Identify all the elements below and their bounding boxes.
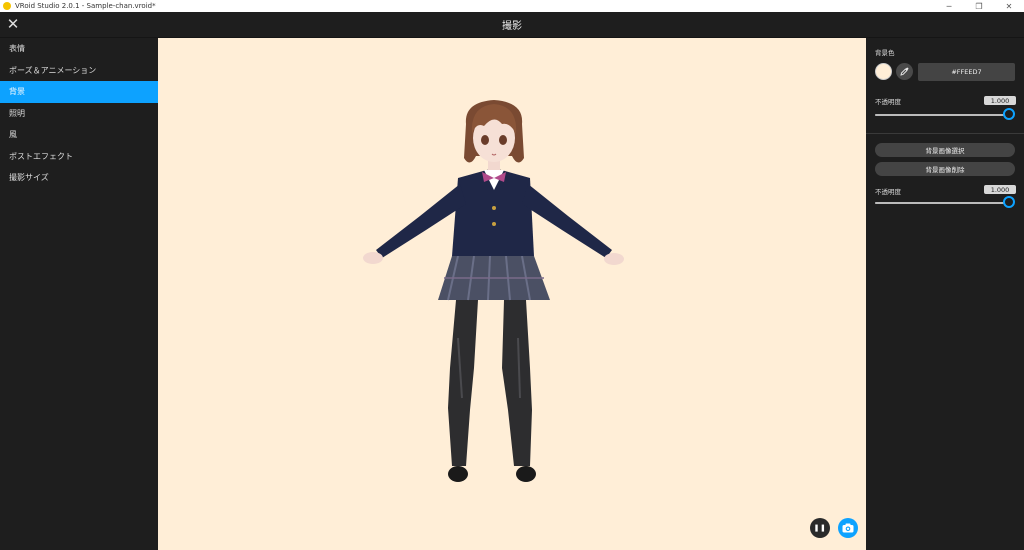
image-opacity-label: 不透明度 [875,188,901,196]
image-opacity-slider-fill [875,202,1009,204]
camera-button[interactable] [838,518,858,538]
opacity-label: 不透明度 [875,98,901,106]
sidebar-item-label: 表情 [9,44,25,54]
pause-icon: ❚❚ [813,524,827,532]
opacity-slider[interactable] [875,114,1009,116]
opacity-value[interactable]: 1.000 [984,96,1016,105]
window-titlebar: VRoid Studio 2.0.1 - Sample-chan.vroid* … [0,0,1024,12]
delete-background-image-button[interactable]: 背景画像削除 [875,162,1015,176]
sidebar-item-label: 照明 [9,108,25,118]
eyedropper-icon [900,67,909,76]
camera-icon [842,523,854,533]
panel-divider [866,133,1024,134]
sidebar-item-label: 背景 [9,87,25,97]
delete-background-image-label: 背景画像削除 [925,166,965,174]
pause-button[interactable]: ❚❚ [810,518,830,538]
sidebar-item-wind[interactable]: 風 [0,124,158,146]
opacity-slider-fill [875,114,1009,116]
color-hex-field[interactable]: #FFEED7 [918,63,1015,81]
image-opacity-slider-knob[interactable] [1003,196,1015,208]
eyedropper-button[interactable] [896,63,913,80]
camera-viewport[interactable]: ❚❚ [158,38,866,550]
sidebar-item-capture-size[interactable]: 撮影サイズ [0,167,158,189]
background-color-swatch[interactable] [875,63,892,80]
app-header: ✕ 撮影 [0,12,1024,38]
maximize-icon[interactable]: ❐ [964,0,994,12]
window-title: VRoid Studio 2.0.1 - Sample-chan.vroid* [15,2,156,10]
page-title: 撮影 [502,21,522,32]
sidebar-item-label: ポーズ＆アニメーション [9,65,97,75]
app-icon [3,2,11,10]
color-hex-value: #FFEED7 [951,68,982,76]
sidebar-item-label: 風 [9,130,17,140]
image-opacity-slider[interactable] [875,202,1009,204]
window-controls: ─ ❐ ✕ [934,0,1024,12]
sidebar-item-label: ポストエフェクト [9,151,73,161]
character-model [363,100,624,482]
image-opacity-value[interactable]: 1.000 [984,185,1016,194]
sidebar: 表情 ポーズ＆アニメーション 背景 照明 風 ポストエフェクト 撮影サイズ [0,38,158,550]
close-icon[interactable]: ✕ [6,17,20,32]
sidebar-item-lighting[interactable]: 照明 [0,103,158,125]
window-close-icon[interactable]: ✕ [994,0,1024,12]
sidebar-item-label: 撮影サイズ [9,173,49,183]
opacity-slider-knob[interactable] [1003,108,1015,120]
sidebar-item-post-effect[interactable]: ポストエフェクト [0,146,158,168]
select-background-image-label: 背景画像選択 [925,147,965,155]
select-background-image-button[interactable]: 背景画像選択 [875,143,1015,157]
sidebar-item-background[interactable]: 背景 [0,81,158,103]
minimize-icon[interactable]: ─ [934,0,964,12]
background-color-label: 背景色 [875,49,895,57]
sidebar-item-expression[interactable]: 表情 [0,38,158,60]
sidebar-item-pose-animation[interactable]: ポーズ＆アニメーション [0,60,158,82]
